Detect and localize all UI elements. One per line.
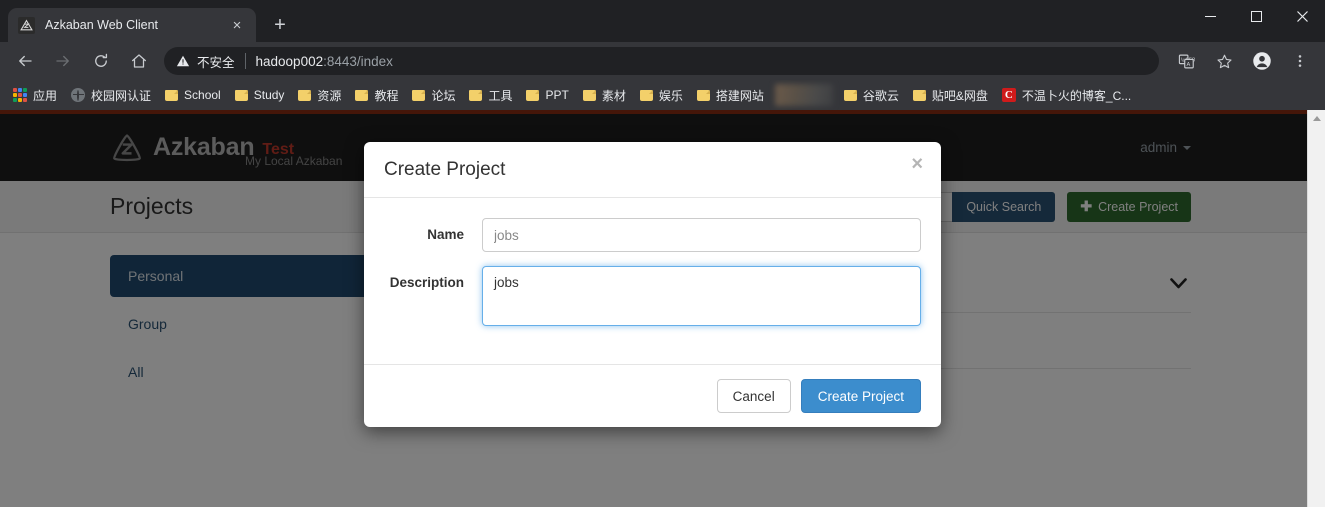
project-name-input[interactable] bbox=[482, 218, 921, 252]
close-icon[interactable]: × bbox=[911, 154, 923, 174]
bookmark-label: 应用 bbox=[33, 88, 58, 103]
bookmark-item[interactable]: 贴吧&网盘 bbox=[906, 83, 995, 107]
page-scrollbar[interactable] bbox=[1307, 110, 1325, 507]
folder-icon bbox=[412, 89, 426, 101]
bookmark-item[interactable]: 工具 bbox=[462, 83, 519, 107]
bookmark-label: 校园网认证 bbox=[91, 88, 152, 103]
back-icon[interactable] bbox=[10, 46, 40, 76]
azkaban-favicon-icon bbox=[18, 16, 35, 34]
scroll-up-arrow-icon[interactable] bbox=[1308, 110, 1325, 127]
svg-text:A: A bbox=[1186, 62, 1190, 68]
bookmark-label: 工具 bbox=[488, 88, 513, 103]
browser-toolbar: 不安全 hadoop002:8443/index \u6587 A bbox=[0, 42, 1325, 80]
tab-strip: Azkaban Web Client × + bbox=[0, 0, 1325, 42]
new-tab-button[interactable]: + bbox=[266, 11, 294, 39]
globe-icon bbox=[71, 88, 86, 102]
warning-triangle-icon bbox=[176, 54, 190, 68]
scrollbar-thumb[interactable] bbox=[1310, 130, 1324, 430]
translate-icon[interactable]: \u6587 A bbox=[1171, 46, 1201, 76]
tab-title: Azkaban Web Client bbox=[45, 18, 159, 32]
folder-icon bbox=[355, 89, 369, 101]
page-viewport: Azkaban Test My Local Azkaban admin Proj… bbox=[0, 110, 1325, 507]
bookmark-item-redacted[interactable] bbox=[774, 84, 833, 106]
folder-icon bbox=[526, 89, 540, 101]
bookmark-label: 贴吧&网盘 bbox=[931, 88, 988, 103]
window-controls bbox=[1187, 0, 1325, 32]
cancel-button[interactable]: Cancel bbox=[716, 379, 791, 413]
url-text: hadoop002:8443/index bbox=[256, 54, 393, 69]
bookmark-item[interactable]: 教程 bbox=[348, 83, 405, 107]
bookmark-label: 资源 bbox=[317, 88, 342, 103]
insecure-warning[interactable]: 不安全 bbox=[176, 52, 235, 71]
csdn-icon: C bbox=[1001, 88, 1016, 102]
address-bar[interactable]: 不安全 hadoop002:8443/index bbox=[164, 47, 1159, 75]
bookmark-item[interactable]: Study bbox=[228, 83, 292, 107]
minimize-button[interactable] bbox=[1187, 0, 1233, 32]
bookmark-label: Study bbox=[253, 88, 285, 102]
modal-title: Create Project bbox=[384, 158, 506, 180]
bookmark-label: 论坛 bbox=[431, 88, 456, 103]
create-project-modal: Create Project × Name Description Cancel bbox=[364, 142, 941, 427]
bookmark-label: 不温卜火的博客_C... bbox=[1021, 88, 1132, 103]
bookmark-item[interactable]: 论坛 bbox=[405, 83, 462, 107]
name-label: Name bbox=[427, 227, 464, 242]
bookmark-item[interactable]: School bbox=[158, 83, 228, 107]
bookmark-item[interactable]: 谷歌云 bbox=[837, 83, 906, 107]
bookmark-label: 素材 bbox=[601, 88, 626, 103]
name-form-row: Name bbox=[384, 218, 921, 252]
folder-icon bbox=[582, 89, 596, 101]
apps-grid-icon bbox=[13, 88, 27, 102]
bookmark-item[interactable]: 搭建网站 bbox=[690, 83, 771, 107]
bookmark-item[interactable]: C 不温卜火的博客_C... bbox=[995, 83, 1138, 107]
profile-avatar-icon[interactable] bbox=[1247, 46, 1277, 76]
insecure-warning-label: 不安全 bbox=[197, 55, 235, 70]
maximize-button[interactable] bbox=[1233, 0, 1279, 32]
tab-close-icon[interactable]: × bbox=[228, 16, 246, 34]
folder-icon bbox=[843, 89, 857, 101]
url-host: hadoop002 bbox=[255, 53, 324, 69]
bookmark-label: 教程 bbox=[374, 88, 399, 103]
bookmark-label: 搭建网站 bbox=[715, 88, 764, 103]
folder-icon bbox=[469, 89, 483, 101]
bookmark-item[interactable]: 资源 bbox=[291, 83, 348, 107]
browser-tab[interactable]: Azkaban Web Client × bbox=[8, 8, 256, 42]
bookmark-item[interactable]: PPT bbox=[519, 83, 575, 107]
bookmark-star-icon[interactable] bbox=[1209, 46, 1239, 76]
bookmark-item[interactable]: 校园网认证 bbox=[64, 83, 158, 107]
bookmark-label: 谷歌云 bbox=[862, 88, 899, 103]
azkaban-page: Azkaban Test My Local Azkaban admin Proj… bbox=[0, 110, 1307, 507]
close-window-button[interactable] bbox=[1279, 0, 1325, 32]
reload-icon[interactable] bbox=[86, 46, 116, 76]
project-description-textarea[interactable] bbox=[482, 266, 921, 326]
url-path: :8443/index bbox=[323, 53, 393, 69]
bookmark-item[interactable]: 素材 bbox=[576, 83, 633, 107]
folder-icon bbox=[696, 89, 710, 101]
modal-footer: Cancel Create Project bbox=[364, 364, 941, 427]
folder-icon bbox=[912, 89, 926, 101]
submit-create-project-button[interactable]: Create Project bbox=[800, 379, 921, 413]
bookmark-label: 娱乐 bbox=[658, 88, 683, 103]
folder-icon bbox=[165, 89, 179, 101]
forward-icon[interactable] bbox=[48, 46, 78, 76]
bookmark-label: PPT bbox=[545, 88, 569, 102]
home-icon[interactable] bbox=[124, 46, 154, 76]
browser-menu-icon[interactable] bbox=[1285, 46, 1315, 76]
modal-header: Create Project × bbox=[364, 142, 941, 198]
bookmark-item[interactable]: 应用 bbox=[6, 83, 64, 107]
description-label: Description bbox=[389, 275, 464, 290]
bookmark-label: School bbox=[184, 88, 221, 102]
folder-icon bbox=[234, 89, 248, 101]
bookmarks-bar: 应用 校园网认证 School Study 资源 教程 论坛 工具 PPT 素材 娱乐 搭建网站 谷歌云… bbox=[0, 80, 1325, 110]
browser-window: Azkaban Web Client × + 不安全 hadoop002:844… bbox=[0, 0, 1325, 507]
bookmark-item[interactable]: 娱乐 bbox=[633, 83, 690, 107]
omnibox-divider bbox=[244, 53, 246, 69]
toolbar-right-actions: \u6587 A bbox=[1167, 46, 1319, 76]
description-form-row: Description bbox=[384, 266, 921, 326]
modal-body: Name Description bbox=[364, 198, 941, 364]
folder-icon bbox=[639, 89, 653, 101]
folder-icon bbox=[298, 89, 312, 101]
